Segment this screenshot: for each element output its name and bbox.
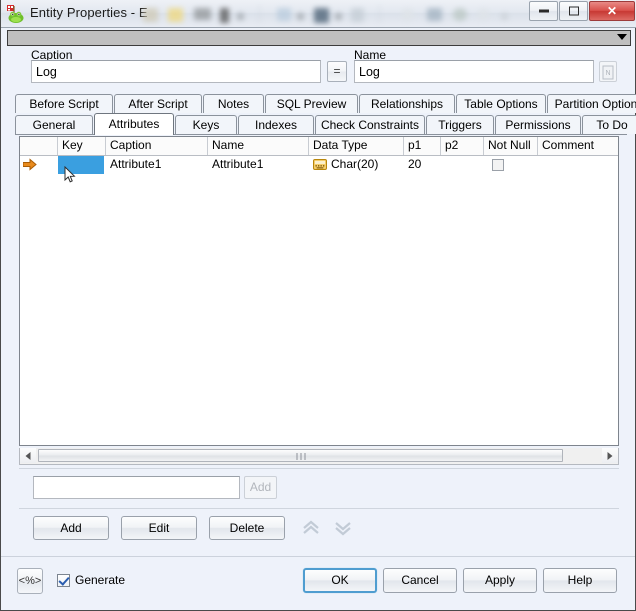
- grid-header-row: Key Caption Name Data Type p1 p2 Not Nul…: [20, 137, 618, 156]
- cell-p2[interactable]: [441, 155, 484, 175]
- tab-row-2: General Attributes Keys Indexes Check Co…: [15, 113, 636, 135]
- tab-attributes[interactable]: Attributes: [94, 113, 174, 135]
- footer-separator: [1, 556, 635, 557]
- triangle-left-icon: [25, 451, 31, 460]
- cancel-button[interactable]: Cancel: [383, 568, 457, 593]
- tab-notes[interactable]: Notes: [203, 94, 264, 113]
- tab-to-do[interactable]: To Do: [582, 115, 636, 134]
- generate-checkbox-row[interactable]: Generate: [57, 572, 125, 588]
- quick-add-separator-bottom: [19, 508, 619, 509]
- caption-input[interactable]: [31, 60, 321, 83]
- triangle-right-icon: [607, 451, 613, 460]
- macro-button[interactable]: <%>: [17, 568, 43, 594]
- attributes-grid[interactable]: Key Caption Name Data Type p1 p2 Not Nul…: [19, 136, 619, 446]
- quick-add-separator-top: [19, 468, 619, 469]
- scroll-left-button[interactable]: [20, 448, 36, 463]
- generate-checkbox[interactable]: [57, 573, 70, 587]
- entity-properties-window: Entity Properties - E ✕ Caption Log = Na…: [0, 0, 636, 611]
- delete-button[interactable]: Delete: [209, 516, 285, 540]
- ok-button[interactable]: OK: [303, 568, 377, 593]
- quick-add-input[interactable]: [33, 476, 240, 499]
- title-bar: Entity Properties - E ✕: [1, 0, 636, 28]
- grid-header-rowmark: [20, 137, 58, 155]
- grid-header-not-null[interactable]: Not Null: [484, 137, 538, 155]
- svg-text:N: N: [605, 70, 610, 77]
- grid-header-comment[interactable]: Comment: [538, 137, 618, 155]
- cell-not-null[interactable]: [484, 155, 538, 175]
- quick-add-button[interactable]: Add: [244, 476, 277, 499]
- chevrons-up-icon: [303, 520, 319, 534]
- tab-before-script[interactable]: Before Script: [15, 94, 113, 113]
- grid-header-caption[interactable]: Caption: [106, 137, 208, 155]
- scroll-right-button[interactable]: [602, 448, 618, 463]
- edit-button[interactable]: Edit: [121, 516, 197, 540]
- grid-header-name[interactable]: Name: [208, 137, 309, 155]
- background-toolbar-ghost: [139, 2, 519, 27]
- tab-check-constraints[interactable]: Check Constraints: [315, 115, 425, 134]
- scrollbar-thumb[interactable]: [38, 449, 563, 462]
- tab-table-options[interactable]: Table Options: [456, 94, 546, 113]
- maximize-button[interactable]: [559, 1, 588, 21]
- tab-sql-preview[interactable]: SQL Preview: [265, 94, 358, 113]
- help-button[interactable]: Help: [543, 568, 617, 593]
- grid-horizontal-scrollbar[interactable]: [19, 448, 619, 465]
- datatype-icon: [313, 159, 327, 170]
- move-up-button[interactable]: [299, 517, 323, 539]
- add-button[interactable]: Add: [33, 516, 109, 540]
- current-row-arrow-icon: [22, 158, 37, 171]
- chevron-down-icon[interactable]: [617, 34, 627, 40]
- naming-standards-icon[interactable]: N: [599, 61, 617, 82]
- tab-general[interactable]: General: [15, 115, 93, 134]
- tab-partition-options[interactable]: Partition Options: [547, 94, 636, 113]
- tab-triggers[interactable]: Triggers: [426, 115, 494, 134]
- grid-header-p1[interactable]: p1: [404, 137, 441, 155]
- apply-button[interactable]: Apply: [463, 568, 537, 593]
- cell-key[interactable]: [58, 155, 106, 175]
- window-controls: ✕: [528, 1, 635, 21]
- move-down-button[interactable]: [331, 517, 355, 539]
- grid-header-data-type[interactable]: Data Type: [309, 137, 404, 155]
- name-input[interactable]: [354, 60, 594, 83]
- tab-keys[interactable]: Keys: [175, 115, 237, 134]
- generate-label: Generate: [75, 573, 126, 587]
- window-title: Entity Properties - E: [30, 5, 148, 20]
- minimize-button[interactable]: [529, 1, 558, 21]
- toolbar-strip[interactable]: [7, 30, 631, 46]
- tab-indexes[interactable]: Indexes: [238, 115, 314, 134]
- cell-name[interactable]: Attribute1: [208, 155, 309, 175]
- chevrons-down-icon: [335, 522, 351, 536]
- scroll-grip-icon: [296, 453, 305, 460]
- tab-relationships[interactable]: Relationships: [359, 94, 455, 113]
- grid-header-p2[interactable]: p2: [441, 137, 484, 155]
- tab-after-script[interactable]: After Script: [114, 94, 202, 113]
- tab-permissions[interactable]: Permissions: [495, 115, 581, 134]
- cell-p1[interactable]: 20: [404, 155, 441, 175]
- not-null-checkbox[interactable]: [492, 159, 504, 171]
- frog-icon: [6, 4, 26, 24]
- grid-header-key[interactable]: Key: [58, 137, 106, 155]
- cell-comment[interactable]: [538, 155, 618, 175]
- cell-caption[interactable]: Attribute1: [106, 155, 208, 175]
- table-row[interactable]: Attribute1 Attribute1 Char(20) 20: [20, 155, 618, 175]
- tab-strip: Before Script After Script Notes SQL Pre…: [15, 94, 636, 135]
- close-button[interactable]: ✕: [589, 1, 635, 21]
- tab-row-1: Before Script After Script Notes SQL Pre…: [15, 94, 636, 114]
- copy-caption-to-name-button[interactable]: =: [327, 61, 347, 82]
